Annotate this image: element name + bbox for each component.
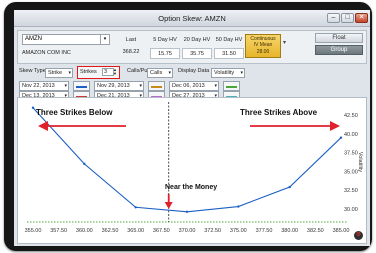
annotation-atm: Near the Money bbox=[165, 184, 217, 191]
settings-icon[interactable]: ⚙ bbox=[354, 231, 363, 240]
data-point bbox=[83, 162, 86, 166]
y-tick-label: 35.00 bbox=[344, 169, 358, 175]
float-button[interactable]: Float bbox=[315, 33, 363, 43]
y-tick-label: 30.00 bbox=[344, 207, 358, 213]
symbol-value: AMZN bbox=[25, 36, 42, 42]
x-tick-label: 365.00 bbox=[127, 228, 144, 234]
x-tick-label: 367.50 bbox=[153, 228, 170, 234]
expiration-date: Nov 22, 2013 bbox=[22, 83, 55, 89]
window-controls: – □ ✕ bbox=[327, 13, 368, 23]
x-tick-label: 382.50 bbox=[307, 228, 324, 234]
company-name: AMAZON COM INC bbox=[22, 50, 71, 56]
symbol-lookup-button[interactable]: ▾ bbox=[100, 35, 109, 44]
app-window: Option Skew: AMZN – □ ✕ AMZN ▾ AMAZON CO… bbox=[14, 10, 370, 246]
x-tick-label: 362.50 bbox=[102, 228, 119, 234]
annotation-above: Three Strikes Above bbox=[240, 108, 318, 117]
x-tick-label: 360.00 bbox=[76, 228, 93, 234]
arrow-left-icon bbox=[38, 121, 48, 131]
last-price: Last 368.22 bbox=[116, 34, 146, 58]
color-line bbox=[226, 86, 237, 88]
hv-label: 5 Day HV bbox=[153, 37, 177, 43]
y-tick-label: 32.50 bbox=[344, 188, 358, 194]
chevron-down-icon: ▾ bbox=[68, 70, 71, 76]
x-tick-label: 385.00 bbox=[333, 228, 350, 234]
x-tick-label: 380.00 bbox=[281, 228, 298, 234]
minimize-button[interactable]: – bbox=[327, 13, 340, 23]
skew-chart: 30.00 32.50 35.00 37.50 40.00 42.50 Volatility… bbox=[17, 97, 367, 244]
continuous-dropdown-arrow[interactable]: ▾ bbox=[283, 39, 286, 46]
last-value: 368.22 bbox=[122, 49, 140, 55]
strikes-label: Strikes bbox=[80, 69, 97, 75]
controls-row: Skew Type Strike ▾ Strikes 3 ▲ ▼ Calls/Pu… bbox=[17, 66, 367, 79]
data-point bbox=[288, 185, 291, 189]
hv-value: 15.75 bbox=[150, 48, 180, 59]
strikes-control[interactable]: Strikes 3 ▲ ▼ bbox=[77, 66, 120, 79]
hv-label: 50 Day HV bbox=[215, 37, 243, 43]
hv-5day: 5 Day HV 15.75 bbox=[150, 34, 180, 59]
x-tick-label: 370.00 bbox=[179, 228, 196, 234]
data-point bbox=[134, 206, 137, 209]
color-line bbox=[151, 86, 162, 88]
chevron-down-icon: ▾ bbox=[64, 83, 67, 89]
hv-value: 31.50 bbox=[214, 48, 244, 59]
chevron-down-icon: ▾ bbox=[139, 83, 142, 89]
hv-label: 20 Day HV bbox=[183, 37, 211, 43]
annotation-below: Three Strikes Below bbox=[36, 108, 113, 117]
arrow-right-icon bbox=[330, 121, 340, 131]
data-point bbox=[31, 106, 35, 109]
symbol-input[interactable]: AMZN ▾ bbox=[22, 34, 110, 45]
expiration-select[interactable]: Nov 29, 2013 ▾ bbox=[94, 81, 144, 91]
x-tick-label: 372.50 bbox=[204, 228, 221, 234]
hv-20day: 20 Day HV 35.75 bbox=[182, 34, 212, 59]
expiration-date: Dec 06, 2013 bbox=[172, 83, 205, 89]
hv-50day: 50 Day HV 31.50 bbox=[214, 34, 244, 59]
y-axis-label: Volatility bbox=[357, 152, 363, 172]
maximize-button[interactable]: □ bbox=[341, 13, 354, 23]
arrow-down-icon bbox=[164, 202, 173, 209]
y-tick-label: 37.50 bbox=[344, 151, 358, 157]
y-tick-label: 42.50 bbox=[344, 113, 358, 119]
tablet-frame: Option Skew: AMZN – □ ✕ AMZN ▾ AMAZON CO… bbox=[4, 2, 372, 251]
continuous-iv-mean[interactable]: Continuous IV Mean 28.00 bbox=[245, 34, 281, 58]
group-select[interactable]: Group bbox=[315, 45, 363, 55]
skew-type-select[interactable]: Strike ▾ bbox=[45, 68, 73, 78]
skew-type-value: Strike bbox=[48, 70, 63, 76]
series-color-swatch[interactable] bbox=[223, 81, 240, 91]
calls-puts-select[interactable]: Calls ▾ bbox=[147, 68, 173, 78]
chevron-down-icon: ▾ bbox=[168, 70, 171, 76]
series-color-swatch[interactable] bbox=[73, 81, 90, 91]
data-point bbox=[185, 210, 189, 213]
display-data-value: Volatility bbox=[214, 70, 235, 76]
x-tick-label: 355.00 bbox=[25, 228, 42, 234]
series-color-swatch[interactable] bbox=[148, 81, 165, 91]
window-title: Option Skew: AMZN bbox=[158, 14, 226, 23]
title-bar: Option Skew: AMZN – □ ✕ bbox=[14, 10, 370, 27]
expiration-date: Nov 29, 2013 bbox=[97, 83, 130, 89]
chevron-down-icon: ▾ bbox=[240, 70, 243, 76]
color-line bbox=[76, 86, 87, 88]
data-point bbox=[237, 205, 240, 208]
x-tick-label: 377.50 bbox=[256, 228, 273, 234]
data-point bbox=[339, 136, 343, 139]
close-button[interactable]: ✕ bbox=[355, 13, 368, 23]
expiration-select[interactable]: Dec 06, 2013 ▾ bbox=[169, 81, 219, 91]
quote-panel: AMZN ▾ AMAZON COM INC Last 368.22 5 Day … bbox=[17, 30, 367, 64]
skew-type-label: Skew Type bbox=[19, 68, 46, 74]
continuous-value: 28.00 bbox=[256, 48, 270, 55]
skew-chart-svg: 30.00 32.50 35.00 37.50 40.00 42.50 Volatility… bbox=[25, 102, 363, 234]
chevron-down-icon: ▾ bbox=[214, 83, 217, 89]
hv-value: 35.75 bbox=[182, 48, 212, 59]
strikes-stepper-icon[interactable]: ▲ ▼ bbox=[113, 68, 117, 76]
calls-puts-value: Calls bbox=[150, 70, 163, 76]
display-data-select[interactable]: Volatility ▾ bbox=[211, 68, 245, 78]
y-tick-label: 40.00 bbox=[344, 132, 358, 138]
expiration-select[interactable]: Nov 22, 2013 ▾ bbox=[19, 81, 69, 91]
skew-series-line bbox=[32, 107, 342, 213]
last-label: Last bbox=[125, 37, 137, 43]
x-tick-label: 375.00 bbox=[230, 228, 247, 234]
x-tick-label: 357.50 bbox=[50, 228, 67, 234]
display-data-label: Display Data bbox=[178, 68, 210, 74]
